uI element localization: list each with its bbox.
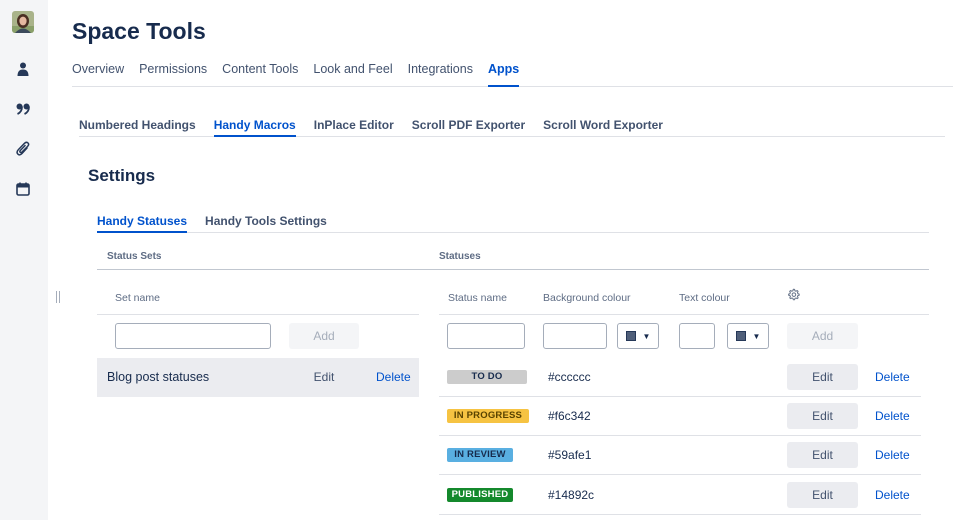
- calendar-icon[interactable]: [13, 179, 33, 199]
- tab-integrations[interactable]: Integrations: [408, 58, 473, 87]
- statuses-label: Statuses: [439, 251, 481, 262]
- quote-icon[interactable]: [13, 99, 33, 119]
- set-name-column-header: Set name: [115, 292, 160, 304]
- edit-status-button[interactable]: Edit: [787, 403, 858, 429]
- edit-status-button[interactable]: Edit: [787, 482, 858, 508]
- page-title: Space Tools: [72, 18, 206, 44]
- settings-heading: Settings: [88, 166, 156, 185]
- colour-swatch: [735, 331, 746, 341]
- delete-status-link[interactable]: Delete: [875, 409, 910, 423]
- tab-scroll-pdf-exporter[interactable]: Scroll PDF Exporter: [412, 116, 525, 137]
- tab-handy-macros[interactable]: Handy Macros: [213, 116, 296, 137]
- tab-handy-tools-settings[interactable]: Handy Tools Settings: [205, 212, 327, 233]
- status-row-divider: [439, 474, 921, 475]
- status-sets-label: Status Sets: [107, 251, 162, 262]
- colour-swatch: [625, 331, 636, 341]
- status-lozenge: TO DO: [447, 370, 527, 384]
- background-colour-column-header: Background colour: [543, 292, 631, 304]
- status-lozenge: PUBLISHED: [447, 488, 513, 502]
- status-background-value: #14892c: [548, 488, 595, 502]
- new-text-colour-input[interactable]: [679, 323, 715, 349]
- settings-tabs: Handy Statuses Handy Tools Settings: [97, 212, 929, 233]
- new-background-colour-input[interactable]: [543, 323, 607, 349]
- tab-look-and-feel[interactable]: Look and Feel: [313, 58, 392, 87]
- status-lozenge: IN PROGRESS: [447, 409, 529, 423]
- status-background-value: #59afe1: [548, 448, 592, 462]
- status-lozenge: IN REVIEW: [447, 448, 513, 462]
- text-colour-column-header: Text colour: [679, 292, 730, 304]
- caret-down-icon: ▼: [642, 331, 651, 341]
- caret-down-icon: ▼: [752, 331, 761, 341]
- apps-sub-tabs: Numbered Headings Handy Macros InPlace E…: [79, 116, 945, 137]
- tab-apps[interactable]: Apps: [487, 58, 520, 87]
- background-colour-picker[interactable]: ▼: [617, 323, 659, 349]
- section-divider: [97, 269, 929, 270]
- add-status-button[interactable]: Add: [787, 323, 858, 349]
- tab-scroll-word-exporter[interactable]: Scroll Word Exporter: [543, 116, 663, 137]
- resize-handle[interactable]: [56, 291, 60, 303]
- avatar[interactable]: [12, 11, 34, 33]
- tab-handy-statuses[interactable]: Handy Statuses: [97, 212, 188, 233]
- text-colour-picker[interactable]: ▼: [727, 323, 769, 349]
- status-background-value: #f6c342: [548, 409, 591, 423]
- tab-overview[interactable]: Overview: [72, 58, 124, 87]
- space-tools-tabs: Overview Permissions Content Tools Look …: [72, 58, 953, 87]
- new-set-name-input[interactable]: [115, 323, 271, 349]
- tab-permissions[interactable]: Permissions: [139, 58, 207, 87]
- status-row-divider: [439, 514, 921, 515]
- delete-status-link[interactable]: Delete: [875, 448, 910, 462]
- tab-inplace-editor[interactable]: InPlace Editor: [314, 116, 394, 137]
- delete-set-link[interactable]: Delete: [376, 370, 411, 384]
- gear-icon[interactable]: [787, 288, 800, 301]
- tab-numbered-headings[interactable]: Numbered Headings: [79, 116, 196, 137]
- delete-status-link[interactable]: Delete: [875, 488, 910, 502]
- edit-status-button[interactable]: Edit: [787, 442, 858, 468]
- new-status-name-input[interactable]: [447, 323, 525, 349]
- status-row-divider: [439, 396, 921, 397]
- status-row-divider: [439, 435, 921, 436]
- status-background-value: #cccccc: [548, 370, 591, 384]
- paperclip-icon[interactable]: [13, 139, 33, 159]
- set-header-divider: [97, 314, 419, 315]
- tab-content-tools[interactable]: Content Tools: [222, 58, 298, 87]
- edit-set-button[interactable]: Edit: [289, 364, 359, 390]
- person-icon[interactable]: [13, 59, 33, 79]
- statuses-header-divider: [439, 314, 929, 315]
- add-set-button[interactable]: Add: [289, 323, 359, 349]
- delete-status-link[interactable]: Delete: [875, 370, 910, 384]
- left-rail: [0, 0, 48, 520]
- status-name-column-header: Status name: [448, 292, 507, 304]
- status-set-name: Blog post statuses: [107, 370, 210, 384]
- edit-status-button[interactable]: Edit: [787, 364, 858, 390]
